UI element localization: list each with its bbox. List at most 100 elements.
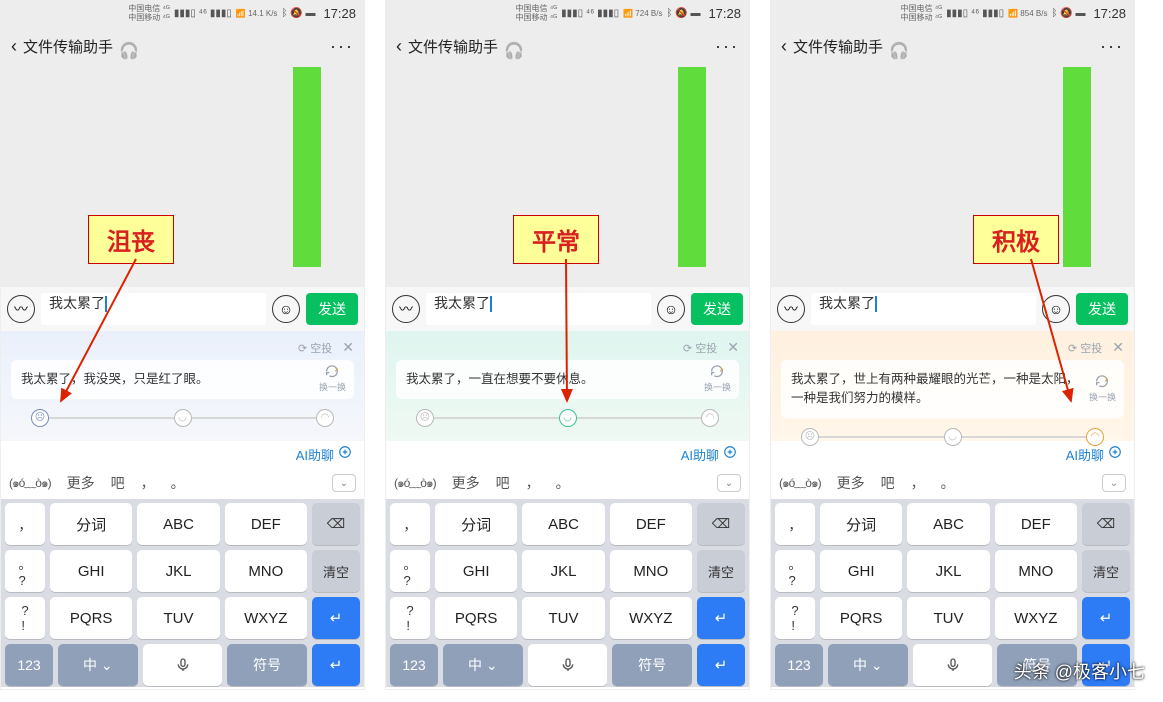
message-input[interactable]: 我太累了 <box>426 293 651 325</box>
mood-face-0[interactable]: ☹ <box>31 409 49 427</box>
send-button[interactable]: 发送 <box>691 293 743 325</box>
mood-face-1[interactable]: ◡ <box>559 409 577 427</box>
key-JKL[interactable]: JKL <box>522 550 604 592</box>
back-icon[interactable]: ‹ <box>396 36 402 57</box>
mood-slider[interactable]: ☹◡◠ <box>11 409 354 427</box>
close-icon[interactable]: ✕ <box>727 339 739 356</box>
key-punct-2[interactable]: 。? <box>775 550 815 592</box>
key-mic[interactable] <box>528 644 608 686</box>
more-icon[interactable]: ··· <box>330 36 354 57</box>
cand-3[interactable]: 。 <box>941 473 955 493</box>
collapse-keyboard-icon[interactable]: ⌄ <box>332 474 356 492</box>
key-language[interactable]: 中 ⌄ <box>58 644 138 686</box>
more-icon[interactable]: ··· <box>715 36 739 57</box>
ai-suggestion-card[interactable]: 我太累了，世上有两种最耀眼的光芒，一种是太阳，一种是我们努力的模样。换一换 <box>781 360 1124 418</box>
key-123[interactable]: 123 <box>775 644 823 686</box>
emoji-icon[interactable]: ☺ <box>272 295 300 323</box>
key-language[interactable]: 中 ⌄ <box>443 644 523 686</box>
mood-face-1[interactable]: ◡ <box>944 428 962 446</box>
key-enter-2[interactable]: ↵ <box>697 644 745 686</box>
key-punct-3[interactable]: ?! <box>5 597 45 639</box>
key-分词[interactable]: 分词 <box>820 503 902 545</box>
key-ABC[interactable]: ABC <box>522 503 604 545</box>
key-PQRS[interactable]: PQRS <box>50 597 132 639</box>
kaomoji-suggestion[interactable]: (๑ó﹏ò๑) <box>779 474 821 493</box>
close-icon[interactable]: ✕ <box>342 339 354 356</box>
cand-2[interactable]: ， <box>141 473 155 493</box>
mood-slider[interactable]: ☹◡◠ <box>781 428 1124 446</box>
key-enter[interactable]: ↵ <box>312 597 360 639</box>
mood-face-2[interactable]: ◠ <box>701 409 719 427</box>
key-punct-1[interactable]: ， <box>390 503 430 545</box>
mood-face-0[interactable]: ☹ <box>416 409 434 427</box>
key-clear[interactable]: 清空 <box>697 550 745 592</box>
key-punct-2[interactable]: 。? <box>5 550 45 592</box>
key-enter-2[interactable]: ↵ <box>312 644 360 686</box>
key-PQRS[interactable]: PQRS <box>820 597 902 639</box>
key-mic[interactable] <box>913 644 993 686</box>
key-TUV[interactable]: TUV <box>522 597 604 639</box>
voice-icon[interactable]: 〰 <box>777 295 805 323</box>
key-clear[interactable]: 清空 <box>312 550 360 592</box>
more-icon[interactable]: ··· <box>1100 36 1124 57</box>
emoji-icon[interactable]: ☺ <box>1042 295 1070 323</box>
key-WXYZ[interactable]: WXYZ <box>225 597 307 639</box>
key-punct-2[interactable]: 。? <box>390 550 430 592</box>
voice-icon[interactable]: 〰 <box>392 295 420 323</box>
more-suggestion[interactable]: 更多 <box>837 473 865 493</box>
key-JKL[interactable]: JKL <box>907 550 989 592</box>
cand-1[interactable]: 吧 <box>496 473 510 493</box>
cand-3[interactable]: 。 <box>171 473 185 493</box>
cand-1[interactable]: 吧 <box>111 473 125 493</box>
key-language[interactable]: 中 ⌄ <box>828 644 908 686</box>
key-MNO[interactable]: MNO <box>610 550 692 592</box>
key-MNO[interactable]: MNO <box>225 550 307 592</box>
key-backspace[interactable]: ⌫ <box>1082 503 1130 545</box>
key-mic[interactable] <box>143 644 223 686</box>
kaomoji-suggestion[interactable]: (๑ó﹏ò๑) <box>9 474 51 493</box>
ai-chat-link[interactable]: AI助聊 <box>681 445 719 464</box>
key-123[interactable]: 123 <box>390 644 438 686</box>
voice-icon[interactable]: 〰 <box>7 295 35 323</box>
key-123[interactable]: 123 <box>5 644 53 686</box>
more-suggestion[interactable]: 更多 <box>67 473 95 493</box>
mood-slider[interactable]: ☹ ◡ ◠ <box>396 409 739 427</box>
key-ABC[interactable]: ABC <box>907 503 989 545</box>
key-enter[interactable]: ↵ <box>697 597 745 639</box>
key-punct-3[interactable]: ?! <box>775 597 815 639</box>
key-PQRS[interactable]: PQRS <box>435 597 517 639</box>
close-icon[interactable]: ✕ <box>1112 339 1124 356</box>
message-input[interactable]: 我太累了 <box>811 293 1036 325</box>
send-button[interactable]: 发送 <box>1076 293 1128 325</box>
key-WXYZ[interactable]: WXYZ <box>995 597 1077 639</box>
collapse-keyboard-icon[interactable]: ⌄ <box>1102 474 1126 492</box>
key-punct-1[interactable]: ， <box>5 503 45 545</box>
cand-1[interactable]: 吧 <box>881 473 895 493</box>
send-button[interactable]: 发送 <box>306 293 358 325</box>
kaomoji-suggestion[interactable]: (๑ó﹏ò๑) <box>394 474 436 493</box>
cand-2[interactable]: ， <box>526 473 540 493</box>
key-enter[interactable]: ↵ <box>1082 597 1130 639</box>
key-backspace[interactable]: ⌫ <box>312 503 360 545</box>
key-GHI[interactable]: GHI <box>50 550 132 592</box>
ai-suggestion-card[interactable]: 我太累了，一直在想要不要休息。换一换 <box>396 360 739 399</box>
emoji-icon[interactable]: ☺ <box>657 295 685 323</box>
key-JKL[interactable]: JKL <box>137 550 219 592</box>
cand-3[interactable]: 。 <box>556 473 570 493</box>
mood-face-2[interactable]: ◠ <box>316 409 334 427</box>
ai-chat-link[interactable]: AI助聊 <box>296 445 334 464</box>
key-GHI[interactable]: GHI <box>820 550 902 592</box>
refresh-suggestion[interactable]: 换一换 <box>1089 373 1116 405</box>
key-TUV[interactable]: TUV <box>137 597 219 639</box>
key-WXYZ[interactable]: WXYZ <box>610 597 692 639</box>
key-punct-1[interactable]: ， <box>775 503 815 545</box>
key-GHI[interactable]: GHI <box>435 550 517 592</box>
key-symbols[interactable]: 符号 <box>227 644 307 686</box>
more-suggestion[interactable]: 更多 <box>452 473 480 493</box>
mood-face-2[interactable]: ◠ <box>1086 428 1104 446</box>
message-input[interactable]: 我太累了 <box>41 293 266 325</box>
collapse-keyboard-icon[interactable]: ⌄ <box>717 474 741 492</box>
key-DEF[interactable]: DEF <box>995 503 1077 545</box>
key-symbols[interactable]: 符号 <box>612 644 692 686</box>
cand-2[interactable]: ， <box>911 473 925 493</box>
